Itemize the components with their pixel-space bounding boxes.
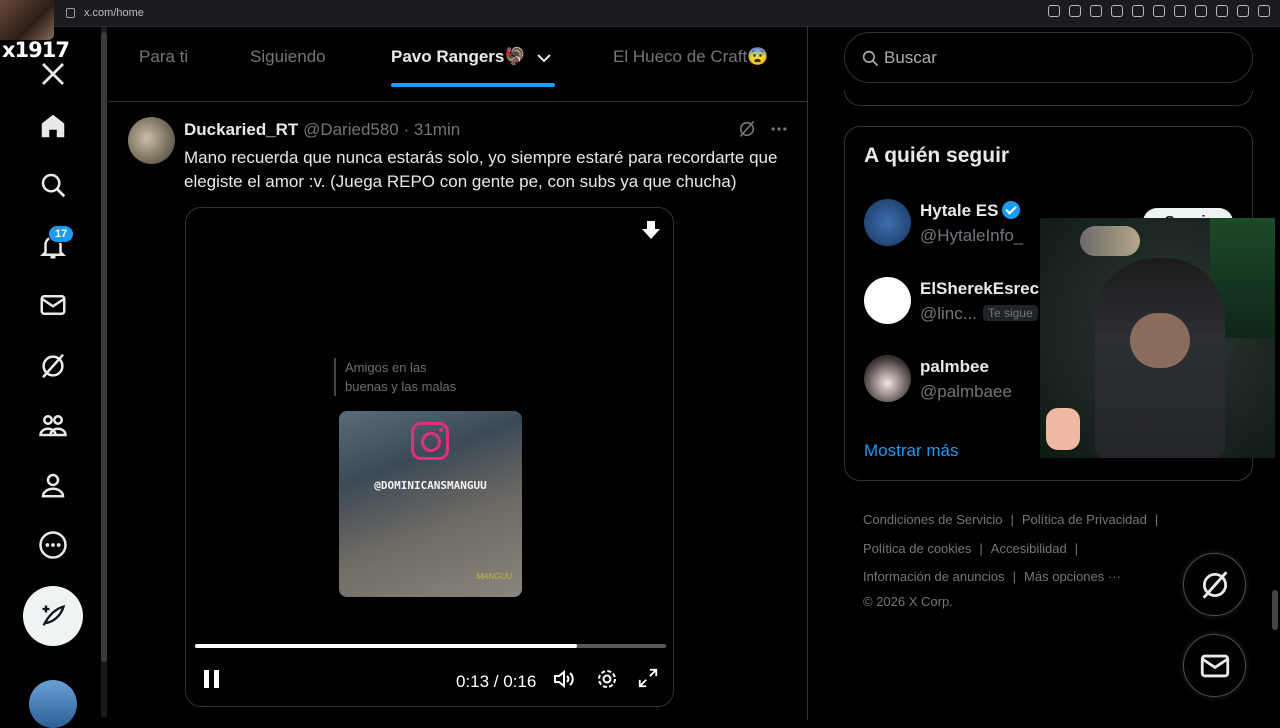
share-icon[interactable] <box>1195 5 1207 17</box>
page-scrollbar[interactable] <box>1272 590 1278 630</box>
suggestion-name[interactable]: palmbee <box>920 357 989 377</box>
more-icon[interactable] <box>36 528 70 562</box>
notifications-badge: 17 <box>48 225 75 243</box>
video-player[interactable]: Amigos en las buenas y las malas @DOMINI… <box>185 207 674 707</box>
footer-copyright: © 2026 X Corp. <box>863 593 953 609</box>
suggestion-handle-text: @linc... <box>920 304 977 323</box>
suggestion-name[interactable]: Hytale ES <box>920 201 1021 221</box>
pause-icon[interactable] <box>202 667 222 691</box>
suggestion-name[interactable]: ElSherekEsrec <box>920 279 1039 299</box>
download-arrow-icon[interactable] <box>641 220 661 242</box>
grok-icon[interactable] <box>737 119 757 139</box>
post-author-avatar[interactable] <box>128 117 175 164</box>
streamer-webcam-overlay <box>1040 218 1275 458</box>
more-options-icon[interactable] <box>769 119 789 139</box>
post-author: Duckaried_RT @Daried580 · 31min <box>184 120 460 140</box>
ai-icon[interactable] <box>1258 5 1270 17</box>
play-icon[interactable] <box>1132 5 1144 17</box>
settings-gear-icon[interactable] <box>595 667 619 691</box>
footer-link-terms[interactable]: Condiciones de Servicio <box>863 512 1002 527</box>
watermark-logo: MANGUU <box>476 572 512 581</box>
shield-icon[interactable] <box>1111 5 1123 17</box>
tab-siguiendo[interactable]: Siguiendo <box>250 47 326 67</box>
active-tab-indicator <box>391 83 555 87</box>
suggestion-name-text: Hytale ES <box>920 201 999 220</box>
bookmark-icon[interactable] <box>1090 5 1102 17</box>
search-box[interactable]: Buscar <box>844 32 1253 83</box>
messages-floating-button[interactable] <box>1183 634 1246 697</box>
puzzle-icon[interactable] <box>1174 5 1186 17</box>
edit-icon[interactable] <box>1237 5 1249 17</box>
footer-link-more[interactable]: Más opciones ··· <box>1024 569 1121 584</box>
sidebar-scrollbar[interactable] <box>101 27 107 717</box>
post-author-meta: @Daried580 · 31min <box>303 120 461 139</box>
footer-link-ads-info[interactable]: Información de anuncios <box>863 569 1005 584</box>
footer-link-cookies[interactable]: Política de cookies <box>863 541 971 556</box>
sticker-image <box>1046 408 1080 450</box>
scrollbar-thumb[interactable] <box>101 32 107 662</box>
address-bar[interactable]: x.com/home <box>84 7 144 19</box>
video-progress-bar[interactable] <box>195 644 666 648</box>
tab-pavo-rangers[interactable]: Pavo Rangers🦃 <box>391 47 526 67</box>
profile-icon[interactable] <box>36 468 70 502</box>
microphone-image <box>1080 226 1140 256</box>
heart-icon[interactable] <box>1153 5 1165 17</box>
streamer-face <box>1130 313 1190 368</box>
browser-toolbar: x.com/home <box>0 0 1280 27</box>
home-icon[interactable] <box>36 109 70 143</box>
x-logo-icon[interactable] <box>36 57 70 91</box>
suggestion-handle: @palmbaee <box>920 382 1012 401</box>
mail-icon <box>1200 654 1229 677</box>
suggestion-handle: @HytaleInfo_ <box>920 226 1024 245</box>
grok-icon <box>1202 570 1227 599</box>
video-controls: 0:13 / 0:16 <box>186 665 673 697</box>
post-author-name[interactable]: Duckaried_RT <box>184 120 298 139</box>
compose-post-button[interactable] <box>23 586 83 646</box>
browser-extension-icons <box>1048 5 1270 17</box>
post-actions <box>737 119 789 139</box>
account-avatar[interactable] <box>29 680 77 728</box>
who-to-follow-title: A quién seguir <box>864 144 1010 167</box>
fullscreen-icon[interactable] <box>637 667 659 689</box>
follows-you-badge: Te sigue <box>982 305 1038 321</box>
video-time: 0:13 / 0:16 <box>456 672 537 691</box>
video-caption-line: Amigos en las <box>345 360 427 375</box>
suggestion-avatar[interactable] <box>864 277 911 324</box>
chevron-down-icon[interactable] <box>536 50 552 66</box>
show-more-link[interactable]: Mostrar más <box>864 441 958 461</box>
grok-floating-button[interactable] <box>1183 553 1246 616</box>
download-icon[interactable] <box>1216 5 1228 17</box>
instagram-icon <box>411 422 449 460</box>
feather-plus-icon <box>42 604 66 626</box>
previous-card-edge <box>844 90 1253 106</box>
post-text: Mano recuerda que nunca estarás solo, yo… <box>184 148 778 191</box>
footer-link-privacy[interactable]: Política de Privacidad <box>1022 512 1147 527</box>
tab-para-ti[interactable]: Para ti <box>139 47 188 67</box>
video-caption: Amigos en las buenas y las malas <box>334 358 456 396</box>
video-frame: @DOMINICANSMANGUU MANGUU <box>339 411 522 597</box>
grok-icon[interactable] <box>36 349 70 383</box>
communities-icon[interactable] <box>36 408 70 442</box>
suggestion-avatar[interactable] <box>864 199 911 246</box>
tab-el-hueco-de-craft[interactable]: El Hueco de Craft😨 <box>613 47 768 67</box>
volume-icon[interactable] <box>552 667 576 691</box>
search-icon[interactable] <box>36 168 70 202</box>
suggestion-avatar[interactable] <box>864 355 911 402</box>
search-icon <box>862 50 879 67</box>
suggestion-handle: @linc... Te sigue <box>920 304 1038 324</box>
timeline: Para ti Siguiendo Pavo Rangers🦃 El Hueco… <box>109 27 808 720</box>
lock-icon <box>66 8 75 18</box>
video-progress-fill <box>195 644 577 648</box>
video-handle: @DOMINICANSMANGUU <box>374 479 487 492</box>
verified-badge-icon <box>1002 201 1021 219</box>
footer-link-accessibility[interactable]: Accesibilidad <box>991 541 1067 556</box>
search-input[interactable]: Buscar <box>884 48 937 68</box>
zoom-icon[interactable] <box>1048 5 1060 17</box>
pin-icon[interactable] <box>1069 5 1081 17</box>
video-caption-line: buenas y las malas <box>345 379 457 394</box>
mail-icon[interactable] <box>36 288 70 322</box>
timeline-tabs: Para ti Siguiendo Pavo Rangers🦃 El Hueco… <box>109 27 808 102</box>
